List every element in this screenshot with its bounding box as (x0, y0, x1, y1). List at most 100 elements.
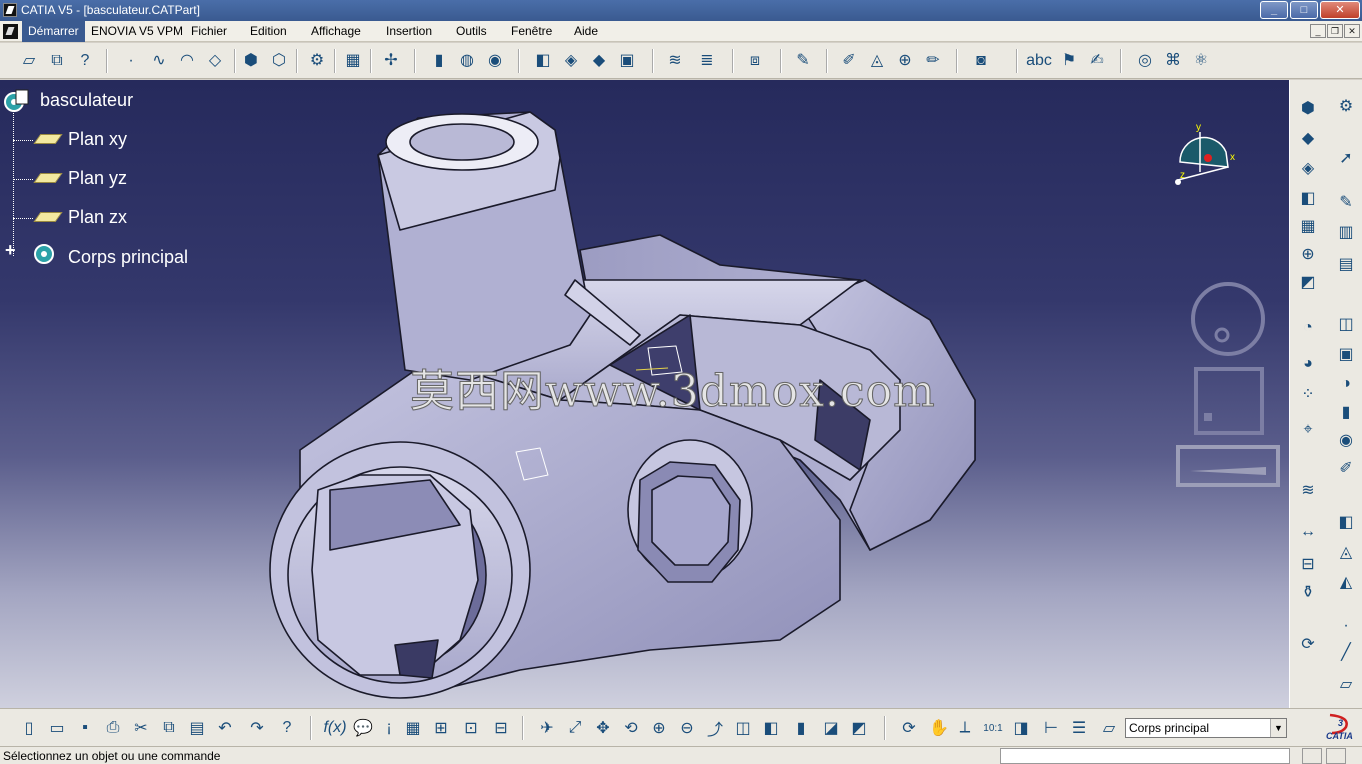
fly-mode-icon[interactable]: ✈ (536, 717, 558, 739)
tree-item-plan-yz[interactable]: Plan yz (68, 168, 127, 189)
compass[interactable]: y x z (1168, 122, 1238, 192)
axis-icon[interactable]: ⟂ (954, 717, 976, 739)
plane-icon[interactable] (34, 210, 60, 222)
cylinder-tool-icon[interactable]: ▮ (1334, 400, 1358, 424)
command-input[interactable] (1000, 748, 1290, 764)
document-menu-icon[interactable] (3, 24, 18, 39)
fit-all-icon[interactable]: ⤢ (564, 717, 586, 739)
macro-icon[interactable]: ⌘ (1162, 50, 1184, 72)
point-icon[interactable]: · (120, 50, 142, 72)
draft-angle-icon[interactable]: ◑ (1334, 372, 1358, 396)
3d-viewport[interactable]: 莫西网www.3dmox.com basculateur Plan xy Pla… (0, 80, 1289, 708)
open-folder-icon[interactable]: ▭ (46, 717, 68, 739)
pan-icon[interactable]: ✥ (592, 717, 614, 739)
lock-icon[interactable]: ⊡ (460, 717, 482, 739)
menu-demarrer[interactable]: Démarrer (22, 21, 85, 42)
annotation-icon[interactable]: ✐ (838, 50, 860, 72)
plane-icon[interactable] (34, 171, 60, 183)
tree-item-plan-xy[interactable]: Plan xy (68, 129, 127, 150)
box-icon[interactable]: ◫ (1334, 312, 1358, 336)
pad-icon[interactable]: ⬢ (1296, 96, 1320, 120)
update-cycle-icon[interactable]: ⟳ (898, 717, 920, 739)
whats-this-icon[interactable]: ? (74, 50, 96, 72)
sketcher-icon[interactable]: ✎ (1334, 190, 1358, 214)
cube-tool-icon[interactable]: ◧ (1334, 510, 1358, 534)
line-tool-icon[interactable]: ╱ (1334, 640, 1358, 664)
zoom-out-icon[interactable]: ⊖ (676, 717, 698, 739)
new-file-icon[interactable]: ▯ (18, 717, 40, 739)
thickness-icon[interactable]: ◆ (588, 50, 610, 72)
paste-icon[interactable]: ▤ (186, 717, 208, 739)
constraint-red-icon[interactable]: ⊢ (1040, 717, 1062, 739)
hand-icon[interactable]: ✋ (928, 717, 950, 739)
slot-icon[interactable]: ▦ (1296, 214, 1320, 238)
constraint-icon[interactable]: ⊟ (1296, 552, 1320, 576)
tree-root-basculateur[interactable]: basculateur (40, 90, 133, 111)
help-icon[interactable]: ? (276, 717, 298, 739)
normal-view-icon[interactable]: ⤴ (704, 717, 726, 739)
list-icon[interactable]: ☰ (1068, 717, 1090, 739)
fillet-icon[interactable]: ◔ (1296, 316, 1320, 340)
doc-minimize-button[interactable]: _ (1310, 24, 1326, 38)
edit-pen-icon[interactable]: ✐ (1334, 456, 1358, 480)
blend-icon[interactable]: ◭ (1334, 570, 1358, 594)
bottle-icon[interactable]: ⚱ (1296, 580, 1320, 604)
iso-view-icon[interactable]: ◧ (760, 717, 782, 739)
text-icon[interactable]: abc (1026, 50, 1052, 72)
select-cursor-icon[interactable]: ➚ (1334, 146, 1358, 170)
status-button-1[interactable] (1302, 748, 1322, 764)
rotate-icon[interactable]: ⟲ (620, 717, 642, 739)
render-icon[interactable]: ◉ (484, 50, 506, 72)
plane-tool-icon[interactable]: ▱ (1334, 672, 1358, 696)
rib-icon[interactable]: ◧ (1296, 186, 1320, 210)
frame-icon[interactable]: ▣ (1334, 342, 1358, 366)
sketch-icon[interactable]: ▱ (18, 50, 40, 72)
menu-fenetre[interactable]: Fenêtre (505, 21, 558, 42)
doc-close-button[interactable]: ✕ (1344, 24, 1360, 38)
plane-select-icon[interactable]: ▱ (1098, 717, 1120, 739)
target-icon[interactable]: ⊕ (894, 50, 916, 72)
body-icon[interactable] (30, 240, 60, 270)
cut-icon[interactable]: ✂ (130, 717, 152, 739)
pocket-icon[interactable]: ⬡ (268, 50, 290, 72)
zoom-in-icon[interactable]: ⊕ (648, 717, 670, 739)
copy-icon[interactable]: ⧉ (158, 717, 180, 739)
hide-show-icon[interactable]: ◪ (820, 717, 842, 739)
assembly-icon[interactable]: ⧈ (744, 50, 766, 72)
close-button[interactable]: ✕ (1320, 1, 1360, 19)
update-icon[interactable]: ⟳ (1296, 632, 1320, 656)
scale-icon[interactable]: 10:1 (982, 717, 1004, 739)
shaft-icon[interactable]: ◆ (1296, 126, 1320, 150)
point-tool-icon[interactable]: · (1334, 614, 1358, 638)
crosshair-icon[interactable]: ⊕ (1296, 242, 1320, 266)
tree-item-corps-principal[interactable]: Corps principal (68, 247, 188, 268)
globe-icon[interactable]: ◎ (1134, 50, 1156, 72)
stiffener-icon[interactable]: ◩ (1296, 270, 1320, 294)
tool-box-icon[interactable]: ✎ (792, 50, 814, 72)
comment-icon[interactable]: 💬 (352, 717, 374, 739)
redo-icon[interactable]: ↷ (246, 717, 268, 739)
tree-item-plan-zx[interactable]: Plan zx (68, 207, 127, 228)
knowledge-icon[interactable]: ⚛ (1190, 50, 1212, 72)
sketch-positioned-icon[interactable]: ⧉ (46, 50, 68, 72)
pattern-icon[interactable]: ⁘ (1296, 382, 1320, 406)
formula-icon[interactable]: f(x) (323, 717, 346, 739)
cylinder-icon[interactable]: ▮ (428, 50, 450, 72)
cube-icon[interactable]: ◧ (532, 50, 554, 72)
swap-space-icon[interactable]: ◩ (848, 717, 870, 739)
multi-layer-icon[interactable]: ≣ (696, 50, 718, 72)
save-icon[interactable]: ▪ (74, 717, 96, 739)
grid-icon[interactable]: ▦ (342, 50, 364, 72)
shell-icon[interactable]: ◈ (560, 50, 582, 72)
menu-insertion[interactable]: Insertion (380, 21, 438, 42)
bulb-icon[interactable]: ¡ (378, 717, 400, 739)
edit-note-icon[interactable]: ✍ (1086, 50, 1108, 72)
camera-icon[interactable]: ◙ (970, 50, 992, 72)
menu-enovia[interactable]: ENOVIA V5 VPM (85, 21, 189, 42)
catia-app-icon[interactable] (3, 3, 17, 17)
menu-aide[interactable]: Aide (568, 21, 604, 42)
spline-icon[interactable]: ∿ (148, 50, 170, 72)
draft-icon[interactable]: ▣ (616, 50, 638, 72)
menu-edition[interactable]: Edition (244, 21, 293, 42)
expand-plus-icon[interactable]: + (5, 241, 21, 259)
